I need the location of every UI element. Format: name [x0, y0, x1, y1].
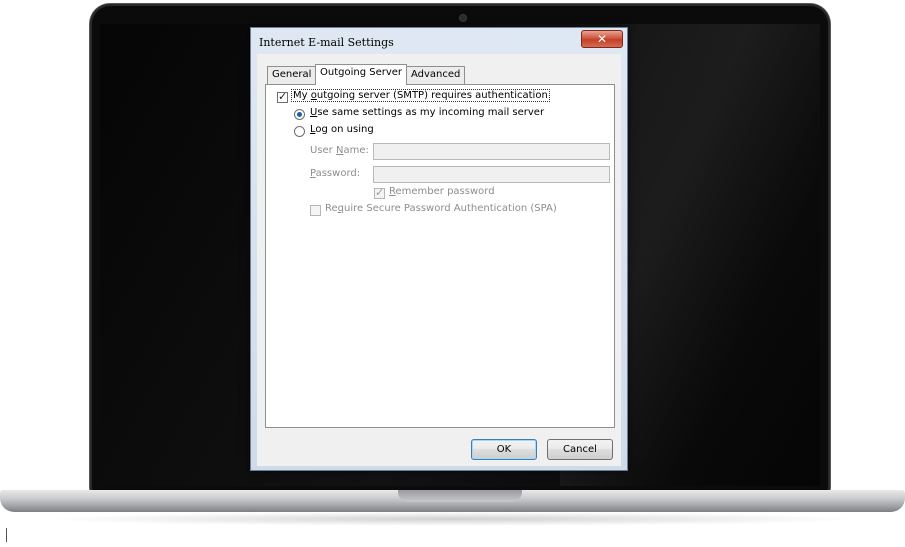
close-icon: ✕	[596, 32, 608, 46]
laptop-notch	[398, 490, 522, 502]
same-settings-label[interactable]: Use same settings as my incoming mail se…	[310, 107, 544, 118]
cancel-button[interactable]: Cancel	[547, 439, 613, 460]
smtp-auth-label[interactable]: My outgoing server (SMTP) requires authe…	[291, 89, 550, 102]
laptop-shadow	[40, 512, 865, 526]
tab-outgoing-server[interactable]: Outgoing Server	[315, 64, 408, 85]
log-on-using-label[interactable]: Log on using	[310, 124, 374, 135]
spa-label[interactable]: Require Secure Password Authentication (…	[325, 203, 557, 214]
username-field[interactable]	[373, 143, 610, 160]
password-field[interactable]	[373, 166, 610, 183]
text-cursor	[6, 528, 7, 542]
dialog-client-area: General Outgoing Server Advanced My outg…	[257, 54, 621, 466]
dialog-title: Internet E-mail Settings	[259, 36, 394, 49]
internet-email-settings-dialog: Internet E-mail Settings ✕ General Outgo…	[250, 27, 628, 471]
title-bar[interactable]: Internet E-mail Settings ✕	[251, 28, 627, 54]
username-label: User Name:	[310, 145, 369, 156]
ok-button[interactable]: OK	[471, 439, 537, 460]
outgoing-server-panel: My outgoing server (SMTP) requires authe…	[265, 84, 615, 428]
close-button[interactable]: ✕	[581, 30, 623, 48]
tab-advanced[interactable]: Advanced	[406, 66, 466, 84]
tab-general[interactable]: General	[267, 66, 317, 84]
spa-checkbox[interactable]	[310, 205, 321, 216]
remember-password-checkbox[interactable]	[374, 186, 385, 199]
remember-password-label[interactable]: Remember password	[389, 186, 495, 197]
password-label: Password:	[310, 168, 361, 179]
camera-icon	[459, 14, 467, 22]
same-settings-radio[interactable]	[294, 109, 305, 120]
smtp-auth-checkbox[interactable]	[277, 90, 288, 103]
log-on-using-radio[interactable]	[294, 126, 305, 137]
